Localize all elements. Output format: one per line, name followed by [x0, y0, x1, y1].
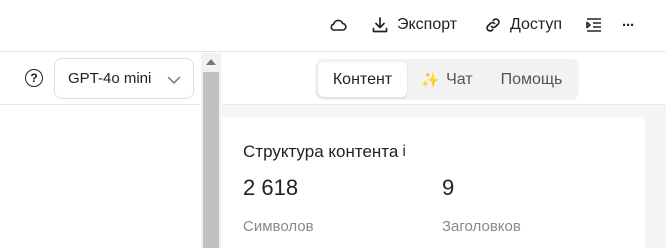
model-select[interactable]: GPT-4o mini	[54, 58, 194, 99]
headings-count: 9	[442, 175, 455, 200]
export-button[interactable]: Экспорт	[371, 12, 457, 38]
sparkles-icon: ✨	[421, 71, 441, 89]
cloud-icon	[328, 15, 348, 35]
tab-help[interactable]: Помощь	[487, 62, 576, 97]
tab-help-label: Помощь	[500, 70, 563, 88]
content-structure-card: Структура контента i 2 618 Символов 9 За…	[222, 117, 645, 248]
model-select-value: GPT-4o mini	[68, 70, 152, 87]
outline-button[interactable]	[585, 12, 603, 38]
characters-label: Символов	[243, 218, 314, 235]
info-icon[interactable]: i	[402, 143, 406, 161]
headings-label: Заголовков	[442, 218, 521, 235]
export-label: Экспорт	[397, 16, 458, 33]
card-title-text: Структура контента	[243, 142, 399, 161]
scroll-up-button[interactable]	[201, 53, 221, 71]
tabs: Контент ✨ Чат Помощь	[315, 59, 579, 100]
scrollbar[interactable]	[201, 53, 221, 248]
card-title: Структура контента i	[243, 142, 406, 162]
access-button[interactable]: Доступ	[484, 12, 562, 38]
characters-count: 2 618	[243, 175, 299, 200]
chevron-down-icon	[167, 73, 181, 90]
link-icon	[484, 16, 502, 34]
right-panel: Контент ✨ Чат Помощь Структура контента …	[222, 53, 666, 248]
content-area: Структура контента i 2 618 Символов 9 За…	[222, 105, 666, 248]
left-panel: ? GPT-4o mini	[0, 53, 200, 248]
tab-chat-label: Чат	[446, 70, 473, 88]
access-label: Доступ	[510, 16, 563, 33]
tab-content[interactable]: Контент	[318, 62, 407, 97]
tab-chat[interactable]: ✨ Чат	[407, 62, 487, 97]
top-toolbar: Экспорт Доступ ···	[0, 0, 666, 52]
left-panel-header: ? GPT-4o mini	[0, 53, 200, 105]
scrollbar-thumb[interactable]	[203, 72, 219, 248]
help-icon[interactable]: ?	[25, 69, 43, 87]
tab-bar: Контент ✨ Чат Помощь	[222, 53, 666, 105]
help-icon-glyph: ?	[30, 71, 38, 85]
outline-icon	[585, 16, 603, 34]
more-icon: ···	[622, 16, 635, 34]
cloud-button[interactable]	[328, 12, 348, 38]
download-icon	[371, 16, 389, 34]
tab-content-label: Контент	[332, 70, 393, 88]
more-button[interactable]: ···	[622, 12, 635, 38]
